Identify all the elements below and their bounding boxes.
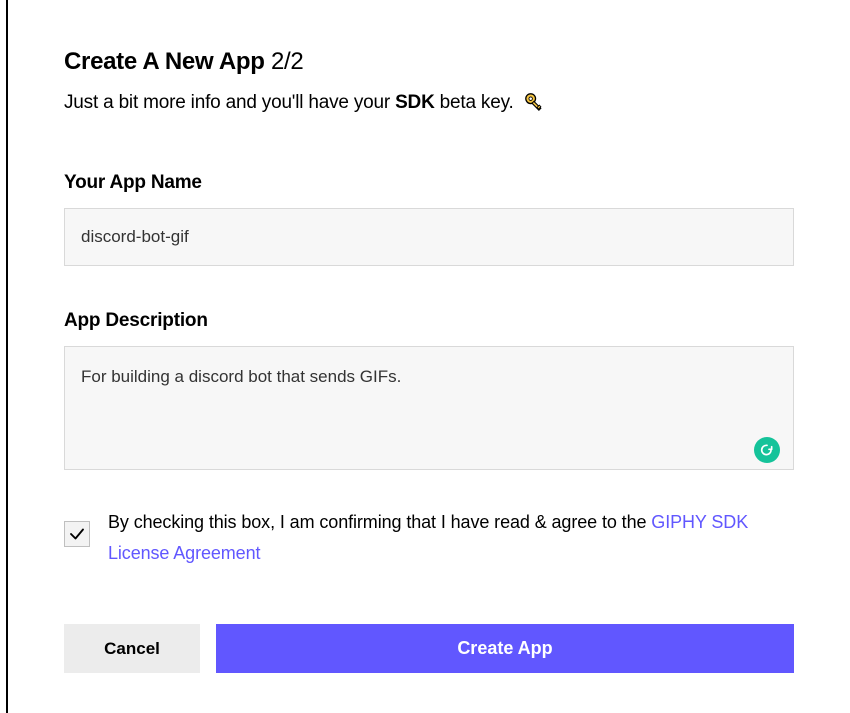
consent-row: By checking this box, I am confirming th… [64, 507, 794, 568]
app-name-label: Your App Name [64, 172, 794, 194]
subtitle-post: beta key. [435, 92, 514, 113]
form-step: 2/2 [271, 48, 303, 75]
textarea-wrapper [64, 346, 794, 475]
create-app-button[interactable]: Create App [216, 624, 794, 673]
create-app-form: Create A New App 2/2 Just a bit more inf… [6, 0, 850, 713]
consent-text: By checking this box, I am confirming th… [108, 507, 794, 568]
button-row: Cancel Create App [64, 624, 794, 673]
cancel-button[interactable]: Cancel [64, 624, 200, 673]
app-description-group: App Description [64, 310, 794, 475]
form-title-row: Create A New App 2/2 [64, 48, 794, 76]
check-icon [68, 525, 86, 543]
app-description-label: App Description [64, 310, 794, 332]
key-icon [522, 90, 548, 116]
app-name-input[interactable] [64, 208, 794, 266]
consent-text-span: By checking this box, I am confirming th… [108, 512, 651, 532]
app-description-input[interactable] [64, 346, 794, 470]
form-header: Create A New App 2/2 Just a bit more inf… [64, 48, 794, 116]
subtitle-pre: Just a bit more info and you'll have you… [64, 92, 395, 113]
subtitle-text: Just a bit more info and you'll have you… [64, 92, 514, 114]
grammarly-icon[interactable] [754, 437, 780, 463]
consent-checkbox[interactable] [64, 521, 90, 547]
app-name-group: Your App Name [64, 172, 794, 266]
subtitle-bold: SDK [395, 92, 435, 113]
form-title: Create A New App [64, 48, 265, 75]
form-subtitle: Just a bit more info and you'll have you… [64, 90, 794, 116]
